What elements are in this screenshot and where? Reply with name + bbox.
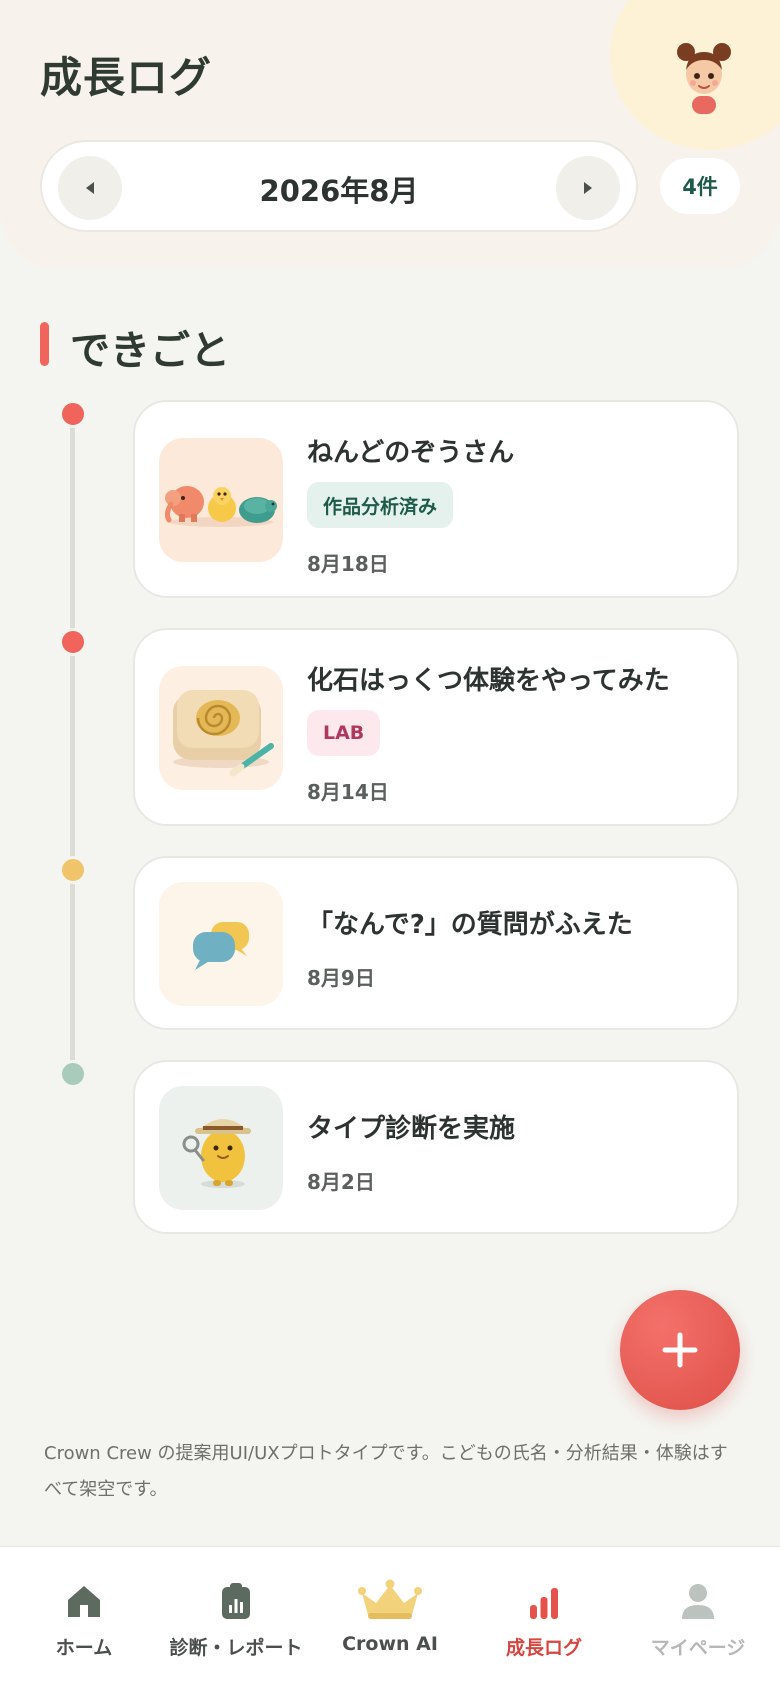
entry-date: 8月9日	[307, 966, 375, 990]
nav-item-home[interactable]: ホーム	[6, 1547, 162, 1688]
report-icon	[222, 1583, 250, 1619]
lab-tag: LAB	[307, 710, 381, 756]
analyzed-tag: 作品分析済み	[307, 482, 454, 528]
clay-animals-icon	[164, 486, 277, 527]
nav-label: 診断・レポート	[169, 1637, 303, 1659]
nav-item-growth-log[interactable]: 成長ログ	[466, 1547, 622, 1688]
entry-thumbnail	[159, 1086, 283, 1210]
entry-title: 化石はっくつ体験をやってみた	[307, 666, 670, 696]
bottom-navigation: ホーム 診断・レポート Crown AI 成長ログ マイページ	[0, 1546, 780, 1688]
fossil-icon	[173, 690, 274, 777]
prototype-disclaimer: Crown Crew の提案用UI/UXプロトタイプです。こどもの氏名・分析結果…	[44, 1443, 728, 1500]
entry-date: 8月2日	[307, 1170, 375, 1194]
triangle-right-icon	[584, 182, 592, 194]
log-entry-card[interactable]: タイプ診断を実施 8月2日	[133, 1060, 739, 1234]
nav-item-mypage[interactable]: マイページ	[620, 1547, 776, 1688]
nav-label: 成長ログ	[505, 1637, 582, 1659]
log-entry-card[interactable]: ねんどのぞうさん 作品分析済み 8月18日	[133, 400, 739, 598]
child-avatar[interactable]	[672, 38, 736, 114]
section-title: できごと	[70, 328, 230, 374]
month-label: 2026年8月	[259, 174, 419, 208]
entry-date: 8月18日	[307, 552, 389, 576]
nav-label: ホーム	[55, 1637, 113, 1659]
section-accent-bar	[40, 322, 49, 366]
explorer-character-icon	[182, 1119, 251, 1188]
nav-item-crown-ai[interactable]: Crown AI	[312, 1547, 468, 1688]
add-entry-button[interactable]	[620, 1290, 740, 1410]
entry-thumbnail	[159, 882, 283, 1006]
nav-label: Crown AI	[342, 1633, 438, 1655]
page-title: 成長ログ	[40, 53, 213, 102]
timeline-dot	[59, 628, 87, 656]
entry-title: ねんどのぞうさん	[307, 438, 515, 468]
log-entry-card[interactable]: 化石はっくつ体験をやってみた LAB 8月14日	[133, 628, 739, 826]
plus-icon	[662, 1332, 698, 1368]
entry-title: 「なんで?」の質問がふえた	[307, 910, 633, 940]
timeline-dot	[59, 400, 87, 428]
entry-count-badge: 4件	[660, 158, 740, 214]
entry-thumbnail	[159, 666, 283, 790]
girl-avatar-icon	[677, 43, 731, 114]
person-icon	[682, 1584, 714, 1619]
timeline-dot	[59, 1060, 87, 1088]
nav-item-report[interactable]: 診断・レポート	[158, 1547, 314, 1688]
growth-log-screen: 成長ログ 2026年8月 4件 できごと ねんどのぞうさん 作品分析済み 8月1…	[0, 0, 780, 1688]
timeline-dot	[59, 856, 87, 884]
entry-thumbnail	[159, 438, 283, 562]
log-entry-card[interactable]: 「なんで?」の質問がふえた 8月9日	[133, 856, 739, 1030]
next-month-button[interactable]	[556, 156, 620, 220]
crown-icon	[358, 1579, 422, 1619]
speech-bubbles-icon	[193, 922, 249, 970]
home-icon	[68, 1586, 100, 1617]
nav-label: マイページ	[650, 1637, 746, 1659]
bar-chart-icon	[530, 1588, 558, 1619]
month-selector: 2026年8月	[40, 140, 638, 232]
entry-date: 8月14日	[307, 780, 389, 804]
timeline-line	[70, 414, 75, 1072]
entry-title: タイプ診断を実施	[307, 1114, 516, 1144]
